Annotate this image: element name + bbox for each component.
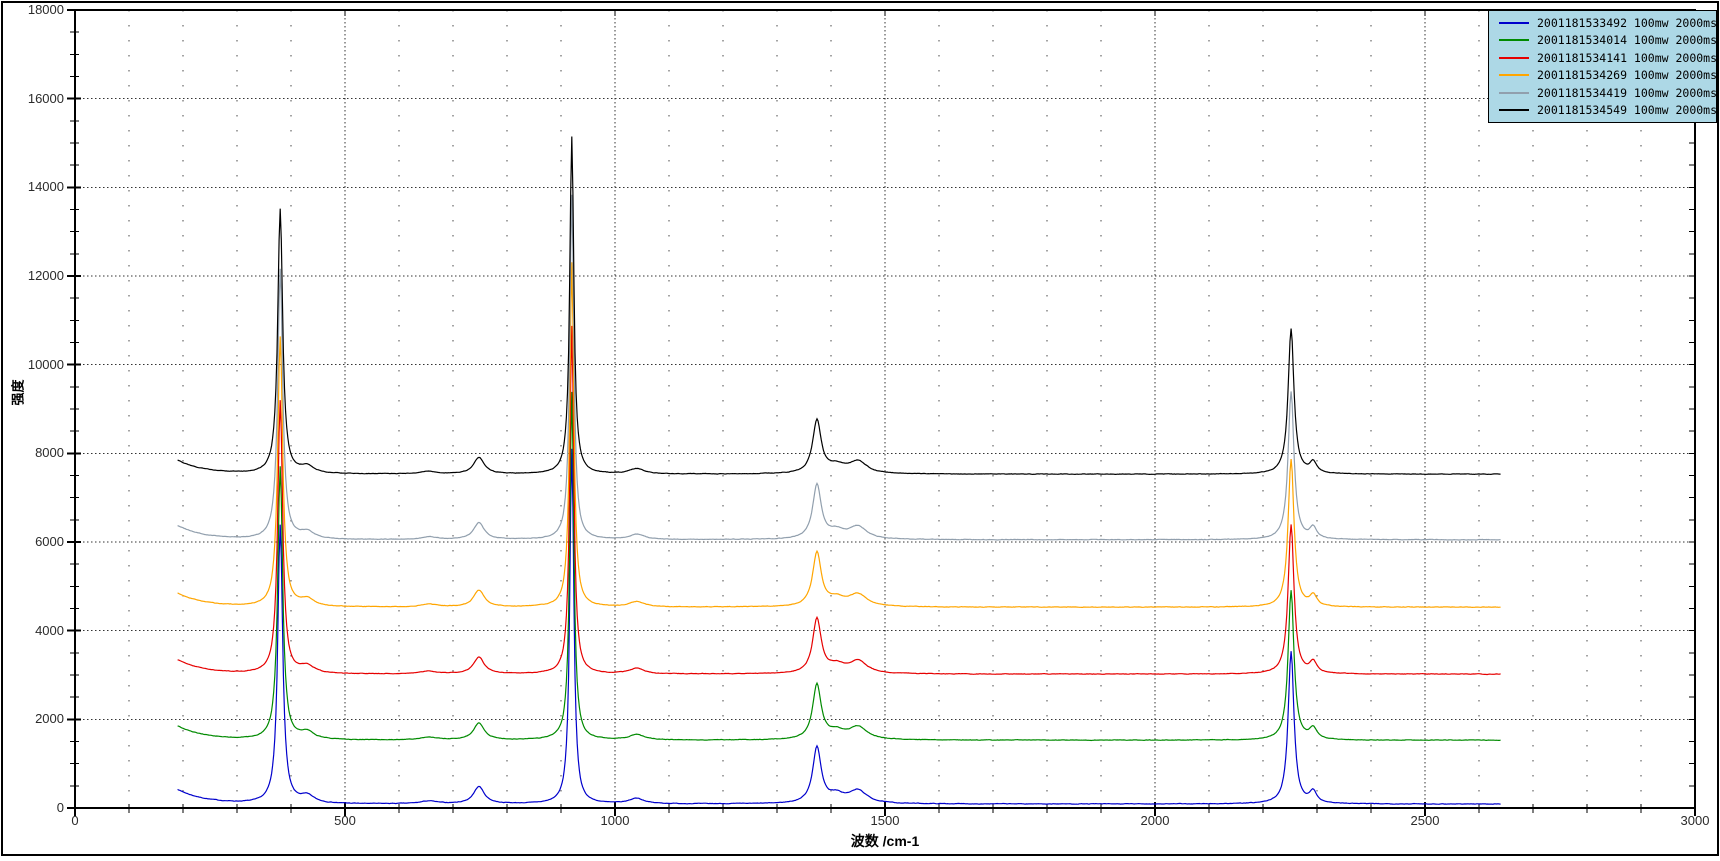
plot-frame — [74, 9, 1696, 809]
spectrum-line-1 — [177, 391, 1501, 742]
y-tick-label: 18000 — [27, 2, 64, 17]
x-tick-label: 3000 — [1680, 813, 1710, 828]
spectrum-line-0 — [177, 448, 1501, 805]
spectrum-line-4 — [177, 194, 1501, 541]
y-tick-label: 6000 — [35, 534, 64, 549]
legend-label: 2001181534419 100mw 2000ms — [1537, 85, 1718, 100]
legend-color-swatch — [1499, 91, 1529, 94]
x-tick-label: 0 — [71, 813, 79, 828]
legend-label: 2001181534014 100mw 2000ms — [1537, 33, 1718, 48]
y-tick-label: 16000 — [27, 90, 64, 106]
y-tick-label: 12000 — [27, 268, 64, 283]
legend-color-swatch — [1499, 74, 1529, 77]
x-tick-label: 1500 — [870, 813, 900, 828]
legend-item-3[interactable]: 2001181534269 100mw 2000ms — [1493, 67, 1717, 84]
x-tick-label: 1000 — [600, 813, 630, 828]
legend-color-swatch — [1499, 56, 1529, 59]
x-tick-label: 2500 — [1410, 813, 1440, 828]
y-tick-label: 8000 — [35, 445, 64, 461]
legend-label: 2001181534549 100mw 2000ms — [1537, 103, 1718, 118]
legend-color-swatch — [1499, 109, 1529, 112]
legend-label: 2001181533492 100mw 2000ms — [1537, 15, 1718, 30]
y-axis-title: 强度 — [10, 379, 26, 406]
spectrum-line-3 — [177, 262, 1501, 609]
legend-item-1[interactable]: 2001181534014 100mw 2000ms — [1493, 32, 1717, 49]
x-tick-label: 500 — [334, 813, 356, 828]
legend-item-2[interactable]: 2001181534141 100mw 2000ms — [1493, 49, 1717, 66]
legend-label: 2001181534141 100mw 2000ms — [1537, 50, 1718, 65]
legend-color-swatch — [1499, 39, 1529, 42]
legend: 2001181533492 100mw 2000ms 2001181534014 … — [1488, 10, 1717, 123]
legend-label: 2001181534269 100mw 2000ms — [1537, 68, 1718, 83]
x-axis-title: 波数 /cm-1 — [850, 833, 920, 849]
y-tick-label: 14000 — [27, 179, 64, 195]
legend-item-5[interactable]: 2001181534549 100mw 2000ms — [1493, 102, 1717, 119]
y-tick-label: 4000 — [35, 622, 64, 638]
legend-item-0[interactable]: 2001181533492 100mw 2000ms — [1493, 14, 1717, 31]
spectrum-line-2 — [177, 325, 1501, 676]
plot-area — [67, 9, 1696, 816]
y-tick-label: 0 — [56, 800, 64, 815]
spectra-chart-window: 0 500 1000 1500 2000 2500 3000 0 2000 4000 6000 800… — [0, 0, 1720, 861]
legend-color-swatch — [1499, 21, 1529, 24]
y-tick-label: 2000 — [35, 711, 64, 727]
legend-item-4[interactable]: 2001181534419 100mw 2000ms — [1493, 84, 1717, 101]
x-tick-label: 2000 — [1140, 813, 1170, 828]
